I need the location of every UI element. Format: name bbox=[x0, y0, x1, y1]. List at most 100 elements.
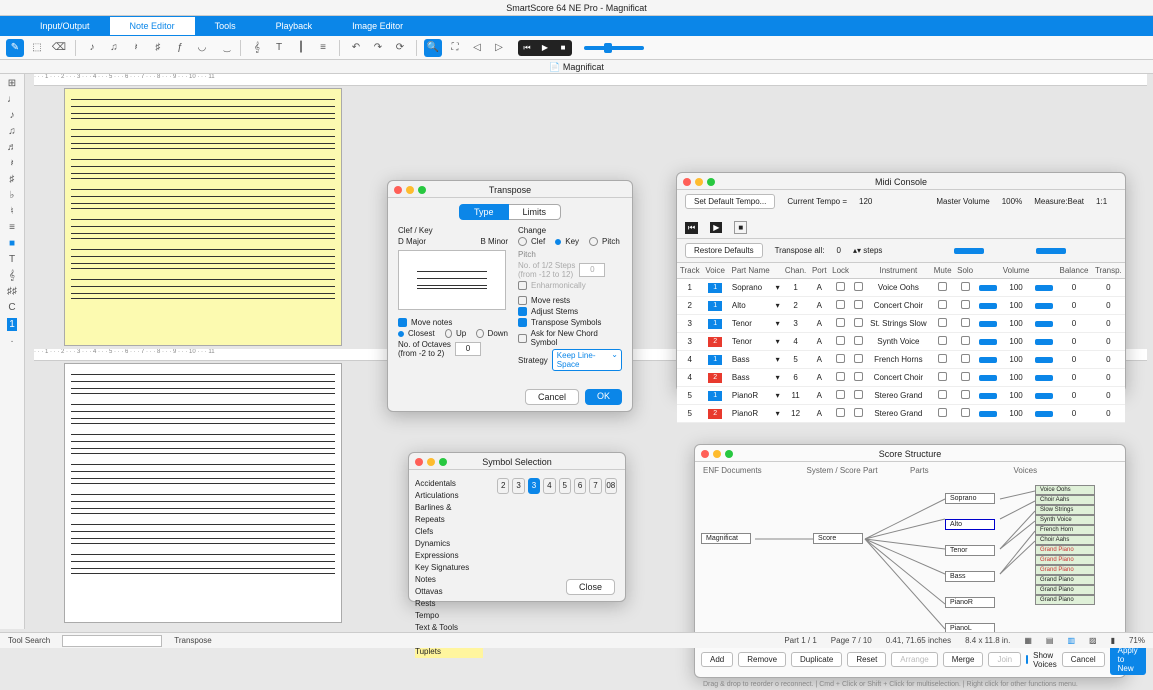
measure-slider[interactable] bbox=[1036, 248, 1066, 254]
mc-play-icon[interactable]: ▶ bbox=[710, 222, 722, 233]
slur-tool-icon[interactable]: ◡ bbox=[193, 39, 211, 57]
layout-tool-icon[interactable]: ≡ bbox=[314, 39, 332, 57]
node-voice[interactable]: Grand Piano bbox=[1035, 585, 1095, 595]
clef-tool-icon[interactable]: 𝄞 bbox=[248, 39, 266, 57]
struct-cancel-button[interactable]: Cancel bbox=[1062, 652, 1105, 667]
tab-note-editor[interactable]: Note Editor bbox=[110, 17, 195, 35]
symbol-category[interactable]: Expressions bbox=[415, 550, 483, 562]
score-view-below[interactable] bbox=[64, 363, 342, 623]
symbol-category[interactable]: Barlines & Repeats bbox=[415, 502, 483, 526]
note-icon[interactable]: ♪ bbox=[10, 110, 15, 121]
natural-icon[interactable]: ♮ bbox=[10, 206, 14, 217]
note-icon[interactable]: ♫ bbox=[8, 126, 16, 137]
tuplet-option[interactable]: 3 bbox=[512, 478, 524, 494]
symbol-category[interactable]: Notes bbox=[415, 574, 483, 586]
tab-image-editor[interactable]: Image Editor bbox=[332, 17, 423, 35]
lines-icon[interactable]: ≡ bbox=[9, 222, 15, 233]
node-doc[interactable]: Magnificat bbox=[701, 533, 751, 544]
structure-tree[interactable]: Magnificat Score SopranoAltoTenorBassPia… bbox=[695, 479, 1125, 639]
tuplet-option[interactable]: 5 bbox=[559, 478, 571, 494]
node-part[interactable]: Bass bbox=[945, 571, 995, 582]
struct-merge-button[interactable]: Merge bbox=[943, 652, 984, 667]
key-radio[interactable] bbox=[555, 239, 561, 245]
cancel-button[interactable]: Cancel bbox=[525, 389, 579, 405]
symbol-close-button[interactable]: Close bbox=[566, 579, 615, 595]
note-tool-icon[interactable]: ♪ bbox=[83, 39, 101, 57]
trans-symbols-check[interactable] bbox=[518, 318, 527, 327]
play-icon[interactable]: ▶ bbox=[536, 40, 554, 56]
tempo-slider[interactable] bbox=[584, 46, 644, 50]
node-voice[interactable]: Voice Oohs bbox=[1035, 485, 1095, 495]
octaves-stepper[interactable]: 0 bbox=[455, 342, 481, 356]
struct-add-button[interactable]: Add bbox=[701, 652, 733, 667]
node-voice[interactable]: Grand Piano bbox=[1035, 545, 1095, 555]
tie-tool-icon[interactable]: ͜ bbox=[215, 39, 233, 57]
sharp-icon[interactable]: ♯ bbox=[10, 174, 15, 185]
key-icon[interactable]: ♯♯ bbox=[7, 286, 17, 297]
master-volume-slider[interactable] bbox=[954, 248, 984, 254]
node-part[interactable]: PianoR bbox=[945, 597, 995, 608]
struct-duplicate-button[interactable]: Duplicate bbox=[791, 652, 842, 667]
table-row[interactable]: 52PianoR▾12AStereo Grand10000 bbox=[677, 405, 1125, 423]
barline-tool-icon[interactable]: ┃ bbox=[292, 39, 310, 57]
move-rests-check[interactable] bbox=[518, 296, 527, 305]
pitch-radio[interactable] bbox=[589, 237, 598, 246]
node-voice[interactable]: Grand Piano bbox=[1035, 555, 1095, 565]
table-row[interactable]: 21Alto▾2AConcert Choir10000 bbox=[677, 297, 1125, 315]
history-icon[interactable]: ⟳ bbox=[391, 39, 409, 57]
show-voices-check[interactable] bbox=[1026, 655, 1028, 664]
dynamic-tool-icon[interactable]: ƒ bbox=[171, 39, 189, 57]
node-voice[interactable]: Choir Aahs bbox=[1035, 535, 1095, 545]
status-zoom[interactable]: 71% bbox=[1129, 636, 1145, 645]
node-part[interactable]: Tenor bbox=[945, 545, 995, 556]
node-voice[interactable]: Synth Voice bbox=[1035, 515, 1095, 525]
steps-stepper[interactable]: 0 bbox=[579, 263, 605, 277]
struct-reset-button[interactable]: Reset bbox=[847, 652, 886, 667]
node-part[interactable]: Soprano bbox=[945, 493, 995, 504]
apply-to-new-button[interactable]: Apply to New bbox=[1110, 644, 1146, 675]
symbol-category[interactable]: Rests bbox=[415, 598, 483, 610]
table-row[interactable]: 31Tenor▾3ASt. Strings Slow10000 bbox=[677, 315, 1125, 333]
symbol-category[interactable]: Accidentals bbox=[415, 478, 483, 490]
table-row[interactable]: 32Tenor▾4ASynth Voice10000 bbox=[677, 333, 1125, 351]
beam-tool-icon[interactable]: ♫ bbox=[105, 39, 123, 57]
tuplet-option[interactable]: 08 bbox=[605, 478, 617, 494]
tuplet-option[interactable]: 4 bbox=[543, 478, 555, 494]
tuplet-option[interactable]: 3 bbox=[528, 478, 540, 494]
tab-tools[interactable]: Tools bbox=[195, 17, 256, 35]
struct-remove-button[interactable]: Remove bbox=[738, 652, 786, 667]
node-system[interactable]: Score bbox=[813, 533, 863, 544]
text-tool-icon[interactable]: T bbox=[270, 39, 288, 57]
seg-limits[interactable]: Limits bbox=[509, 204, 562, 220]
tuplet-option[interactable]: 7 bbox=[589, 478, 601, 494]
prev-page-icon[interactable]: ◁ bbox=[468, 39, 486, 57]
cursor-tool-icon[interactable]: ✎ bbox=[6, 39, 24, 57]
seg-type[interactable]: Type bbox=[459, 204, 509, 220]
view-icon[interactable]: ▦ bbox=[1024, 636, 1032, 645]
view-icon[interactable]: ▥ bbox=[1067, 636, 1075, 645]
node-voice[interactable]: Grand Piano bbox=[1035, 595, 1095, 605]
ok-button[interactable]: OK bbox=[585, 389, 622, 405]
down-radio[interactable] bbox=[476, 329, 483, 338]
undo-icon[interactable]: ↶ bbox=[347, 39, 365, 57]
tab-playback[interactable]: Playback bbox=[256, 17, 333, 35]
node-voice[interactable]: Choir Aahs bbox=[1035, 495, 1095, 505]
tab-io[interactable]: Input/Output bbox=[20, 17, 110, 35]
view-icon[interactable]: ▤ bbox=[1046, 636, 1054, 645]
erase-tool-icon[interactable]: ⌫ bbox=[50, 39, 68, 57]
symbol-category[interactable]: Articulations bbox=[415, 490, 483, 502]
clef-icon[interactable]: 𝄞 bbox=[9, 270, 15, 281]
accidental-tool-icon[interactable]: ♯ bbox=[149, 39, 167, 57]
palette-icon[interactable]: ⊞ bbox=[8, 78, 16, 89]
table-row[interactable]: 41Bass▾5AFrench Horns10000 bbox=[677, 351, 1125, 369]
mc-stop-icon[interactable]: ■ bbox=[734, 221, 747, 234]
symbol-category[interactable]: Tempo bbox=[415, 610, 483, 622]
node-voice[interactable]: Grand Piano bbox=[1035, 575, 1095, 585]
ask-chord-check[interactable] bbox=[518, 334, 527, 343]
dot-icon[interactable]: · bbox=[10, 336, 13, 347]
tool-search-input[interactable] bbox=[62, 635, 162, 647]
rest-tool-icon[interactable]: 𝄽 bbox=[127, 39, 145, 57]
restore-defaults-button[interactable]: Restore Defaults bbox=[685, 243, 763, 258]
color-icon[interactable]: ■ bbox=[9, 238, 15, 249]
fit-icon[interactable]: ⛶ bbox=[446, 39, 464, 57]
